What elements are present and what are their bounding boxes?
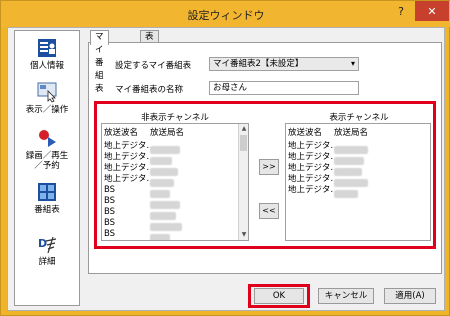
list-item-type: BS xyxy=(104,185,116,195)
list-item[interactable]: 地上デジタ… xyxy=(104,174,174,187)
list-item[interactable]: 地上デジタ… xyxy=(288,174,368,187)
list-item-type: 地上デジタ… xyxy=(288,163,334,173)
svg-text:D: D xyxy=(38,237,47,250)
apply-button[interactable]: 適用(A) xyxy=(384,288,436,304)
list-header: 放送波名 放送局名 xyxy=(288,126,368,138)
settings-category-sidebar: 個人情報 表示／操作 録画／再生 ／予約 番組表 D 詳細 xyxy=(14,30,80,306)
list-item-type: 地上デジタ… xyxy=(288,185,334,195)
guide-select-value: マイ番組表2【未設定】 xyxy=(213,59,304,69)
scroll-thumb[interactable] xyxy=(240,135,247,151)
guide-name-field[interactable]: お母さん xyxy=(209,81,359,95)
dialog-client-area: 個人情報 表示／操作 録画／再生 ／予約 番組表 D 詳細 マイ番組表 表 設定… xyxy=(7,27,445,311)
column-header-broadcast-type: 放送波名 xyxy=(104,128,139,138)
guide-select[interactable]: マイ番組表2【未設定】 ▾ xyxy=(209,57,359,71)
sidebar-item-details[interactable]: D 詳細 xyxy=(15,233,79,267)
column-header-broadcast-type: 放送波名 xyxy=(288,128,323,138)
station-name-redacted xyxy=(150,233,170,240)
remove-from-shown-button[interactable]: << xyxy=(259,203,279,219)
list-item[interactable]: BS xyxy=(104,207,176,220)
cancel-button[interactable]: キャンセル xyxy=(318,288,374,304)
sidebar-item-personal-info[interactable]: 個人情報 xyxy=(15,37,79,71)
list-item-type: 地上デジタ… xyxy=(104,163,150,173)
list-item[interactable]: BS xyxy=(104,196,180,209)
settings-window: 設定ウィンドウ ? ✕ 個人情報 表示／操作 録画／再生 ／予約 番組表 D 詳… xyxy=(0,0,450,316)
sidebar-item-label: 録画／再生 ／予約 xyxy=(25,151,69,171)
list-item[interactable]: BS xyxy=(104,229,170,240)
list-item[interactable]: BS xyxy=(104,218,182,231)
scroll-up-icon[interactable]: ▲ xyxy=(239,124,248,134)
guide-name-label: マイ番組表の名称 xyxy=(115,85,184,95)
list-item-type: 地上デジタ… xyxy=(104,152,150,162)
list-item[interactable]: 地上デジタ… xyxy=(104,152,172,165)
set-guide-label: 設定するマイ番組表 xyxy=(115,61,192,71)
ok-button[interactable]: OK xyxy=(254,288,304,304)
shown-channels-list[interactable]: 放送波名 放送局名 地上デジタ… 地上デジタ… 地上デジタ… 地上デジタ… 地上デ… xyxy=(285,123,431,241)
tab-panel: 設定するマイ番組表 マイ番組表2【未設定】 ▾ マイ番組表の名称 お母さん 非表… xyxy=(88,42,442,274)
window-title: 設定ウィンドウ xyxy=(187,9,265,22)
close-button[interactable]: ✕ xyxy=(415,1,449,21)
station-name-redacted xyxy=(334,189,358,198)
list-item[interactable]: 地上デジタ… xyxy=(288,185,358,198)
list-item-type: 地上デジタ… xyxy=(288,174,334,184)
list-item[interactable]: 地上デジタ… xyxy=(288,163,362,176)
antenna-icon: D xyxy=(36,233,58,255)
shown-channels-caption: 表示チャンネル xyxy=(329,113,389,123)
list-item[interactable]: 地上デジタ… xyxy=(288,152,364,165)
help-button[interactable]: ? xyxy=(387,1,415,21)
sidebar-item-program-guide[interactable]: 番組表 xyxy=(15,181,79,215)
list-item[interactable]: 地上デジタ… xyxy=(104,141,180,154)
column-header-station: 放送局名 xyxy=(334,128,369,138)
hidden-channels-list[interactable]: 放送波名 放送局名 地上デジタ… 地上デジタ… 地上デジタ… 地上デジタ… BS … xyxy=(101,123,249,241)
hidden-list-scrollbar[interactable]: ▲ ▼ xyxy=(238,124,248,240)
scroll-down-icon[interactable]: ▼ xyxy=(239,230,248,240)
title-bar: 設定ウィンドウ ? ✕ xyxy=(1,1,450,27)
person-card-icon xyxy=(36,37,58,59)
list-item[interactable]: 地上デジタ… xyxy=(288,141,368,154)
tab-my-program-guide[interactable]: マイ番組表 xyxy=(90,30,109,94)
sidebar-item-label: 個人情報 xyxy=(29,61,64,71)
sidebar-item-label: 詳細 xyxy=(38,257,56,267)
hand-cursor-icon xyxy=(36,81,58,103)
list-item-type: 地上デジタ… xyxy=(104,141,150,151)
sidebar-item-record-play-reserve[interactable]: 録画／再生 ／予約 xyxy=(15,127,79,171)
list-header: 放送波名 放送局名 xyxy=(104,126,184,138)
list-item-type: BS xyxy=(104,196,116,206)
list-item-type: BS xyxy=(104,207,116,217)
column-header-station: 放送局名 xyxy=(150,128,185,138)
sidebar-item-label: 表示／操作 xyxy=(25,105,69,115)
program-grid-icon xyxy=(36,181,58,203)
sidebar-item-label: 番組表 xyxy=(34,205,60,215)
list-item-type: BS xyxy=(104,229,116,239)
record-play-icon xyxy=(36,127,58,149)
hidden-channels-caption: 非表示チャンネル xyxy=(141,113,209,123)
list-item-type: 地上デジタ… xyxy=(288,152,334,162)
sidebar-item-display-operation[interactable]: 表示／操作 xyxy=(15,81,79,115)
list-item-type: BS xyxy=(104,218,116,228)
list-item-type: 地上デジタ… xyxy=(288,141,334,151)
list-item-type: 地上デジタ… xyxy=(104,174,150,184)
list-item[interactable]: BS xyxy=(104,185,170,198)
chevron-down-icon: ▾ xyxy=(350,59,355,68)
add-to-shown-button[interactable]: >> xyxy=(259,159,279,175)
list-item[interactable]: 地上デジタ… xyxy=(104,163,178,176)
